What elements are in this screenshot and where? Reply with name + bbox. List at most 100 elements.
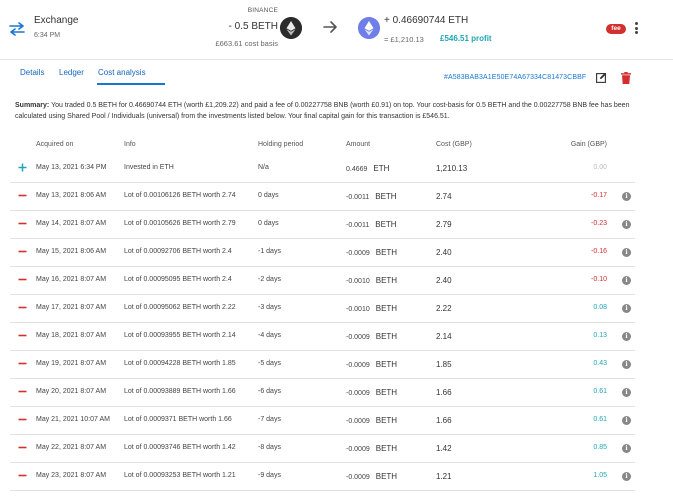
table-row[interactable]: May 19, 2021 8:07 AM Lot of 0.00094228 B…	[10, 351, 635, 379]
lot-info: Lot of 0.00093746 BETH worth 1.42	[124, 444, 236, 451]
column-header-cost: Cost (GBP)	[436, 141, 472, 148]
amount-value: -0.0009	[346, 418, 370, 425]
tab-details[interactable]: Details	[20, 68, 44, 77]
minus-icon[interactable]	[18, 303, 27, 312]
cost-value: 1.42	[436, 444, 452, 453]
amount-value: 0.4669	[346, 166, 368, 173]
swap-icon	[9, 22, 25, 36]
cost-value: 1.85	[436, 360, 452, 369]
gain-value: 0.43	[593, 360, 607, 367]
info-icon[interactable]: i	[622, 220, 631, 229]
info-icon[interactable]: i	[622, 416, 631, 425]
minus-icon[interactable]	[18, 219, 27, 228]
fee-badge[interactable]: fee	[606, 24, 626, 34]
acquired-date: May 14, 2021 8:07 AM	[36, 220, 107, 227]
exchange-name: BINANCE	[247, 7, 278, 14]
minus-icon[interactable]	[18, 471, 27, 480]
acquired-date: May 23, 2021 8:07 AM	[36, 472, 107, 479]
more-options-icon[interactable]	[632, 21, 640, 37]
cost-value: 2.74	[436, 192, 452, 201]
lot-info: Lot of 0.0009371 BETH worth 1.66	[124, 416, 232, 423]
gain-value: 0.61	[593, 416, 607, 423]
transaction-hash-link[interactable]: #A583BAB3A1E50E74A67334C81473CBBF	[444, 74, 586, 81]
minus-icon[interactable]	[18, 247, 27, 256]
amount-value: -0.0009	[346, 334, 370, 341]
info-icon[interactable]: i	[622, 388, 631, 397]
edit-icon[interactable]	[596, 72, 607, 83]
table-row[interactable]: May 13, 2021 8:06 AM Lot of 0.00106126 B…	[10, 183, 635, 211]
info-icon[interactable]: i	[622, 360, 631, 369]
column-header-gain: Gain (GBP)	[570, 141, 607, 148]
gain-value: 0.08	[593, 304, 607, 311]
info-icon[interactable]: i	[622, 444, 631, 453]
minus-icon[interactable]	[18, 387, 27, 396]
amount-asset: BETH	[375, 248, 398, 257]
info-icon[interactable]: i	[622, 248, 631, 257]
acquired-date: May 17, 2021 8:07 AM	[36, 304, 107, 311]
amount-value: -0.0011	[346, 222, 370, 229]
minus-icon[interactable]	[18, 275, 27, 284]
acquired-date: May 13, 2021 6:34 PM	[36, 164, 107, 171]
table-row[interactable]: May 17, 2021 8:07 AM Lot of 0.00095062 B…	[10, 295, 635, 323]
lot-info: Lot of 0.00094228 BETH worth 1.85	[124, 360, 236, 367]
table-row[interactable]: May 16, 2021 8:07 AM Lot of 0.00095095 B…	[10, 267, 635, 295]
table-row[interactable]: May 22, 2021 8:07 AM Lot of 0.00093746 B…	[10, 435, 635, 463]
column-header-info: Info	[124, 141, 136, 148]
info-icon[interactable]: i	[622, 332, 631, 341]
delete-icon[interactable]	[621, 72, 631, 84]
amount-value: -0.0011	[346, 194, 370, 201]
cost-value: 1.66	[436, 416, 452, 425]
eth-logo-icon	[358, 17, 380, 39]
cost-value: 2.79	[436, 220, 452, 229]
transaction-time: 6:34 PM	[34, 32, 61, 39]
acquired-date: May 13, 2021 8:06 AM	[36, 192, 107, 199]
amount-value: -0.0010	[346, 306, 370, 313]
table-row[interactable]: May 13, 2021 6:34 PM Invested in ETH N/a…	[10, 155, 635, 183]
table-row[interactable]: May 21, 2021 10:07 AM Lot of 0.0009371 B…	[10, 407, 635, 435]
plus-icon[interactable]	[18, 163, 27, 172]
minus-icon[interactable]	[18, 359, 27, 368]
cost-value: 2.22	[436, 304, 452, 313]
lot-info: Lot of 0.00095095 BETH worth 2.4	[124, 276, 232, 283]
tab-cost-analysis[interactable]: Cost analysis	[98, 68, 146, 77]
amount-asset: BETH	[375, 360, 398, 369]
cost-value: 2.14	[436, 332, 452, 341]
column-header-acquired: Acquired on	[36, 141, 74, 148]
cost-value: 2.40	[436, 248, 452, 257]
minus-icon[interactable]	[18, 191, 27, 200]
table-row[interactable]: May 23, 2021 8:07 AM Lot of 0.00093253 B…	[10, 463, 635, 491]
table-row[interactable]: May 18, 2021 8:07 AM Lot of 0.00093955 B…	[10, 323, 635, 351]
sent-amount: - 0.5 BETH	[228, 21, 278, 32]
amount-asset: BETH	[375, 472, 398, 481]
holding-period: -3 days	[258, 304, 281, 311]
column-header-amount: Amount	[346, 141, 371, 148]
minus-icon[interactable]	[18, 415, 27, 424]
acquired-date: May 20, 2021 8:07 AM	[36, 388, 107, 395]
table-row[interactable]: May 14, 2021 8:07 AM Lot of 0.00105626 B…	[10, 211, 635, 239]
minus-icon[interactable]	[18, 443, 27, 452]
holding-period: -1 days	[258, 248, 281, 255]
summary-text: Summary: You traded 0.5 BETH for 0.46690…	[15, 100, 655, 122]
table-row[interactable]: May 15, 2021 8:06 AM Lot of 0.00092706 B…	[10, 239, 635, 267]
acquired-date: May 19, 2021 8:07 AM	[36, 360, 107, 367]
summary-body: You traded 0.5 BETH for 0.46690744 ETH (…	[15, 102, 630, 120]
holding-period: 0 days	[258, 220, 279, 227]
cost-value: 1.21	[436, 472, 452, 481]
tab-ledger[interactable]: Ledger	[59, 68, 84, 77]
amount-asset: BETH	[375, 332, 398, 341]
minus-icon[interactable]	[18, 331, 27, 340]
lot-info: Invested in ETH	[124, 164, 174, 171]
lot-info: Lot of 0.00095062 BETH worth 2.22	[124, 304, 236, 311]
cost-value: 1.66	[436, 388, 452, 397]
lot-info: Lot of 0.00093889 BETH worth 1.66	[124, 388, 236, 395]
info-icon[interactable]: i	[622, 472, 631, 481]
received-amount: + 0.46690744 ETH	[384, 15, 469, 26]
info-icon[interactable]: i	[622, 304, 631, 313]
amount-value: -0.0009	[346, 474, 370, 481]
lot-info: Lot of 0.00093955 BETH worth 2.14	[124, 332, 236, 339]
table-row[interactable]: May 20, 2021 8:07 AM Lot of 0.00093889 B…	[10, 379, 635, 407]
info-icon[interactable]: i	[622, 192, 631, 201]
info-icon[interactable]: i	[622, 276, 631, 285]
gain-value: 0.85	[593, 444, 607, 451]
gain-value: -0.17	[591, 192, 607, 199]
